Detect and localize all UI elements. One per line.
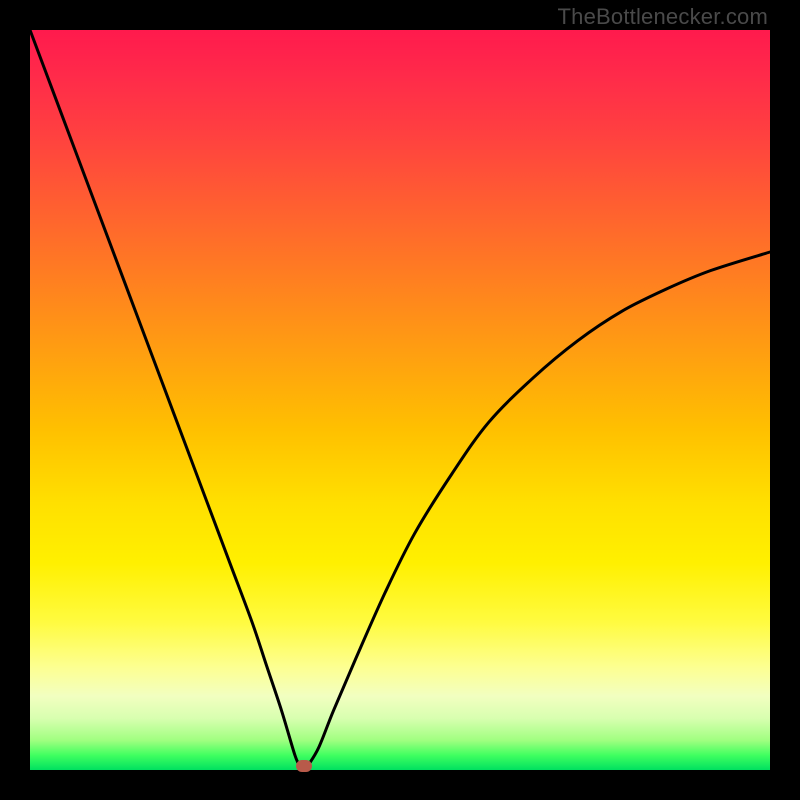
bottleneck-curve [30, 30, 770, 770]
chart-frame: TheBottlenecker.com [0, 0, 800, 800]
plot-area [30, 30, 770, 770]
curve-right-branch [308, 252, 771, 766]
bottleneck-marker [296, 760, 312, 772]
curve-left-branch [30, 30, 300, 766]
watermark-text: TheBottlenecker.com [558, 4, 768, 30]
